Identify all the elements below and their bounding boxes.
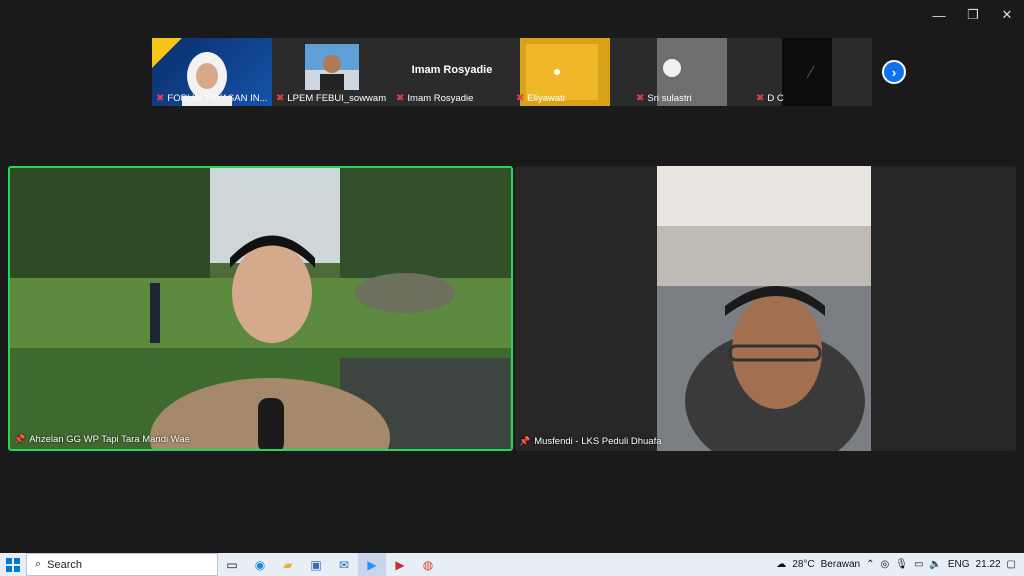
- taskbar-search[interactable]: ⌕ Search: [26, 553, 218, 576]
- close-button[interactable]: ✕: [990, 0, 1024, 30]
- windows-logo-icon: [6, 557, 20, 572]
- participant-tile[interactable]: ✖ D C: [752, 38, 872, 106]
- mic-off-icon: ✖: [636, 93, 645, 104]
- weather-text[interactable]: Berawan: [821, 559, 860, 570]
- store-icon[interactable]: ▣: [302, 553, 330, 576]
- windows-taskbar: ⌕ Search ▭ ◉ ▰ ▣ ✉ ▶ ▶ ◍ ☁ 28°C Berawan …: [0, 553, 1024, 576]
- mail-icon[interactable]: ✉: [330, 553, 358, 576]
- chevron-right-icon: ›: [891, 64, 897, 80]
- active-speaker-video[interactable]: 📌 Ahzelan GG WP Tapi Tara Mandi Wae: [8, 166, 513, 451]
- weather-icon[interactable]: ☁: [776, 559, 786, 570]
- restore-button[interactable]: ❐: [956, 0, 990, 30]
- participant-tile[interactable]: Imam Rosyadie ✖ Imam Rosyadie: [392, 38, 512, 106]
- participant-label: ✖ D C: [756, 93, 784, 104]
- language-indicator[interactable]: ENG: [948, 559, 970, 570]
- participant-label: ✖ Eliyawati: [516, 93, 565, 104]
- participant-tile[interactable]: ✖ Sri sulastri: [632, 38, 752, 106]
- mic-off-icon: ✖: [156, 93, 165, 104]
- participant-video-main[interactable]: 📌 Musfendi - LKS Peduli Dhuafa: [515, 166, 1016, 451]
- mic-off-icon: ✖: [276, 93, 285, 104]
- minimize-button[interactable]: —: [922, 0, 956, 30]
- video-feed-outdoor: [10, 168, 511, 449]
- pin-icon: 📌: [14, 434, 26, 444]
- zoom-app-icon[interactable]: ▶: [358, 553, 386, 576]
- weather-temp[interactable]: 28°C: [792, 559, 814, 570]
- edge-icon[interactable]: ◉: [246, 553, 274, 576]
- notification-icon[interactable]: ▢: [1007, 559, 1016, 570]
- participant-filmstrip: ✖ FORUM YAYASAN IN... ✖ LPEM FEBUI_sowwam …: [152, 38, 872, 106]
- start-button[interactable]: [0, 553, 26, 576]
- media-player-icon[interactable]: ▶: [386, 553, 414, 576]
- chrome-icon[interactable]: ◍: [414, 553, 442, 576]
- next-page-button[interactable]: ›: [882, 60, 906, 84]
- system-tray: ☁ 28°C Berawan ⌃ ◎ 🎙 ▭ 🔈 ENG 21.22 ▢: [776, 553, 1024, 576]
- pin-icon: 📌: [519, 436, 531, 446]
- participant-tile[interactable]: ✖ Eliyawati: [512, 38, 632, 106]
- task-view-icon[interactable]: ▭: [218, 553, 246, 576]
- camera-icon[interactable]: ◎: [881, 559, 890, 570]
- volume-icon[interactable]: 🔈: [929, 559, 941, 570]
- mic-off-icon: ✖: [516, 93, 525, 104]
- zoom-window: — ❐ ✕ ✖ FORUM YAYASAN IN... ✖ LPEM FEBUI_s…: [0, 0, 1024, 553]
- chevron-up-icon[interactable]: ⌃: [866, 559, 874, 570]
- participant-label: ✖ Imam Rosyadie: [396, 93, 474, 104]
- video-feed-indoor: [657, 166, 871, 451]
- participant-label: ✖ Sri sulastri: [636, 93, 692, 104]
- mic-off-icon: ✖: [756, 93, 765, 104]
- participant-label: 📌 Ahzelan GG WP Tapi Tara Mandi Wae: [14, 434, 190, 445]
- search-icon: ⌕: [35, 558, 42, 570]
- battery-icon[interactable]: ▭: [914, 559, 923, 570]
- participant-tile[interactable]: ✖ FORUM YAYASAN IN...: [152, 38, 272, 106]
- microphone-icon[interactable]: 🎙: [895, 559, 908, 570]
- mic-off-icon: ✖: [396, 93, 405, 104]
- clock[interactable]: 21.22: [976, 559, 1001, 570]
- window-controls: — ❐ ✕: [922, 0, 1024, 30]
- participant-label: ✖ FORUM YAYASAN IN...: [156, 93, 268, 104]
- participant-label: ✖ LPEM FEBUI_sowwam: [276, 93, 387, 104]
- participant-label: 📌 Musfendi - LKS Peduli Dhuafa: [519, 436, 662, 447]
- participant-name: Imam Rosyadie: [411, 64, 493, 76]
- file-explorer-icon[interactable]: ▰: [274, 553, 302, 576]
- participant-tile[interactable]: ✖ LPEM FEBUI_sowwam: [272, 38, 392, 106]
